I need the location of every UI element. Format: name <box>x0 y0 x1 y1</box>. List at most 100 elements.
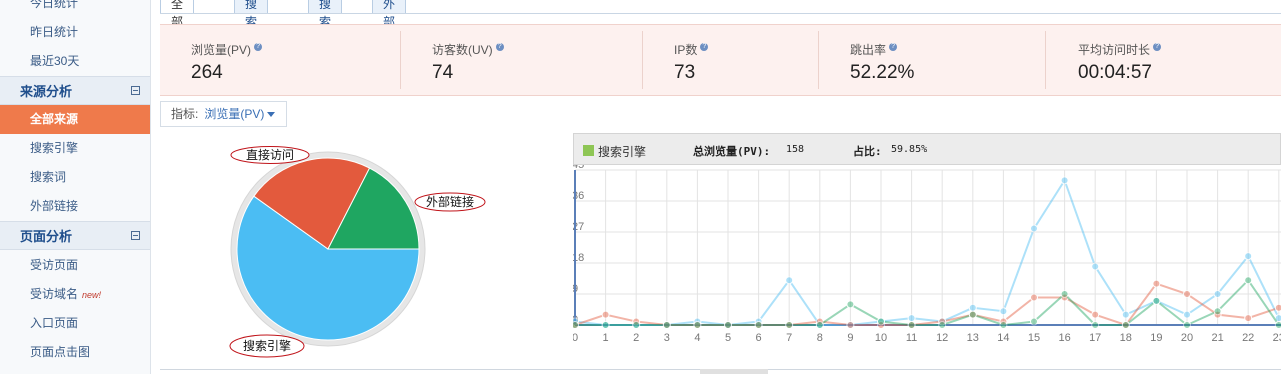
data-point[interactable] <box>1244 314 1253 323</box>
stat-label: 跳出率 <box>850 43 887 57</box>
x-tick-label: 6 <box>756 332 762 344</box>
help-icon[interactable]: ? <box>254 43 263 51</box>
sidebar-item-entry-pages[interactable]: 入口页面 <box>0 309 150 338</box>
data-point[interactable] <box>1183 321 1191 329</box>
data-point[interactable] <box>1274 321 1281 329</box>
pie-label-search-engine: 搜索引擎 <box>229 334 305 358</box>
data-point[interactable] <box>601 321 610 329</box>
tab-search-terms[interactable]: 搜索词 <box>308 0 343 47</box>
data-point[interactable] <box>1121 310 1130 319</box>
sidebar-section-source-analysis[interactable]: 来源分析 <box>0 76 150 105</box>
x-tick-label: 21 <box>1211 332 1223 344</box>
data-point[interactable] <box>1183 310 1191 319</box>
sidebar-item-label: 受访域名 <box>30 287 79 301</box>
scroll-handle[interactable] <box>700 369 768 374</box>
sidebar-item-yesterday-stats[interactable]: 昨日统计 <box>0 18 150 47</box>
data-point[interactable] <box>1091 310 1100 319</box>
sidebar-item-visited-domains[interactable]: 受访域名 new! <box>0 280 150 309</box>
data-point[interactable] <box>846 300 855 309</box>
metric-selector-value[interactable]: 浏览量(PV) <box>204 107 264 121</box>
data-point[interactable] <box>632 321 641 329</box>
data-point[interactable] <box>1244 276 1253 285</box>
sidebar-item-all-sources[interactable]: 全部来源 <box>0 105 150 134</box>
data-point[interactable] <box>846 321 855 329</box>
data-point[interactable] <box>1091 321 1100 329</box>
data-point[interactable] <box>1183 290 1191 298</box>
data-point[interactable] <box>999 307 1008 316</box>
data-point[interactable] <box>1121 321 1130 329</box>
stat-label: 访客数(UV) <box>432 43 493 57</box>
data-point[interactable] <box>1213 307 1222 316</box>
sidebar-item-page-click-map[interactable]: 页面点击图 <box>0 338 150 367</box>
legend-series-name: 搜索引擎 <box>598 145 647 159</box>
sidebar-item-visited-pages[interactable]: 受访页面 <box>0 251 150 280</box>
data-point[interactable] <box>1030 224 1038 233</box>
sidebar-item-search-engine[interactable]: 搜索引擎 <box>0 134 150 163</box>
data-point[interactable] <box>1274 303 1281 312</box>
data-point[interactable] <box>785 321 794 329</box>
data-point[interactable] <box>1244 252 1253 261</box>
sidebar-item-last-30-days[interactable]: 最近30天 <box>0 47 150 76</box>
pie-label-text: 直接访问 <box>246 147 294 162</box>
tab-all-sources[interactable]: 全部来源 <box>160 0 195 65</box>
x-tick-label: 18 <box>1120 332 1132 344</box>
help-icon[interactable]: ? <box>889 43 898 51</box>
trend-line-chart: 搜索引擎 总浏览量(PV): 158 占比: 59.85% 0918273645… <box>573 133 1281 374</box>
sidebar-item-external-links[interactable]: 外部链接 <box>0 192 150 221</box>
ratio-value: 59.85% <box>891 144 928 155</box>
data-point[interactable] <box>1030 293 1038 302</box>
x-tick-label: 22 <box>1242 332 1254 344</box>
help-icon[interactable]: ? <box>495 43 504 51</box>
data-point[interactable] <box>938 321 947 329</box>
x-tick-label: 11 <box>906 332 917 344</box>
data-point[interactable] <box>999 321 1008 329</box>
data-point[interactable] <box>1060 290 1069 298</box>
pie-label-text: 外部链接 <box>426 194 474 209</box>
data-point[interactable] <box>1213 290 1222 298</box>
data-point[interactable] <box>1152 296 1161 305</box>
data-point[interactable] <box>968 310 977 319</box>
stat-visitors: 访客数(UV)? 74 <box>401 25 642 95</box>
data-point[interactable] <box>662 321 671 329</box>
data-point[interactable] <box>693 321 702 329</box>
stat-pageviews: 浏览量(PV)? 264 <box>160 25 400 95</box>
sidebar-item-search-terms[interactable]: 搜索词 <box>0 163 150 192</box>
legend-swatch <box>583 145 594 156</box>
data-point[interactable] <box>1152 279 1161 288</box>
chevron-down-icon[interactable] <box>267 112 276 118</box>
series-line <box>575 278 1280 327</box>
data-point[interactable] <box>815 321 824 329</box>
data-point[interactable] <box>1030 317 1038 326</box>
x-tick-label: 2 <box>633 332 639 344</box>
pie-label-direct: 直接访问 <box>230 146 310 164</box>
collapse-icon[interactable] <box>131 231 140 240</box>
tab-search-engine[interactable]: 搜索引擎 <box>234 0 269 65</box>
data-point[interactable] <box>968 303 977 312</box>
collapse-icon[interactable] <box>131 86 140 95</box>
data-point[interactable] <box>754 321 763 329</box>
metric-selector[interactable]: 指标: 浏览量(PV) <box>160 101 287 127</box>
help-icon[interactable]: ? <box>700 43 709 51</box>
sidebar-section-page-analysis[interactable]: 页面分析 <box>0 221 150 250</box>
data-point[interactable] <box>785 276 794 285</box>
data-point[interactable] <box>1091 262 1100 271</box>
pie-label-text: 搜索引擎 <box>243 338 291 353</box>
data-point[interactable] <box>601 310 610 319</box>
sidebar-item-label: 来源分析 <box>20 84 73 99</box>
sidebar-item-label: 受访页面 <box>30 258 79 272</box>
x-tick-label: 23 <box>1273 332 1281 344</box>
data-point[interactable] <box>907 321 916 329</box>
data-point[interactable] <box>877 317 885 326</box>
data-point[interactable] <box>573 321 579 329</box>
help-icon[interactable]: ? <box>1153 43 1162 51</box>
pie-svg: 搜索引擎 直接访问外部链接 <box>229 146 486 358</box>
sidebar-item-today-stats[interactable]: 今日统计 <box>0 0 150 18</box>
x-tick-label: 20 <box>1181 332 1193 344</box>
tab-external-links[interactable]: 外部链接 <box>372 0 407 65</box>
data-point[interactable] <box>907 314 916 323</box>
sidebar-item-label: 页面点击图 <box>30 345 91 359</box>
data-point[interactable] <box>1060 176 1069 185</box>
series-direct <box>573 279 1281 329</box>
data-point[interactable] <box>724 321 732 329</box>
stat-value: 00:04:57 <box>1078 62 1152 83</box>
